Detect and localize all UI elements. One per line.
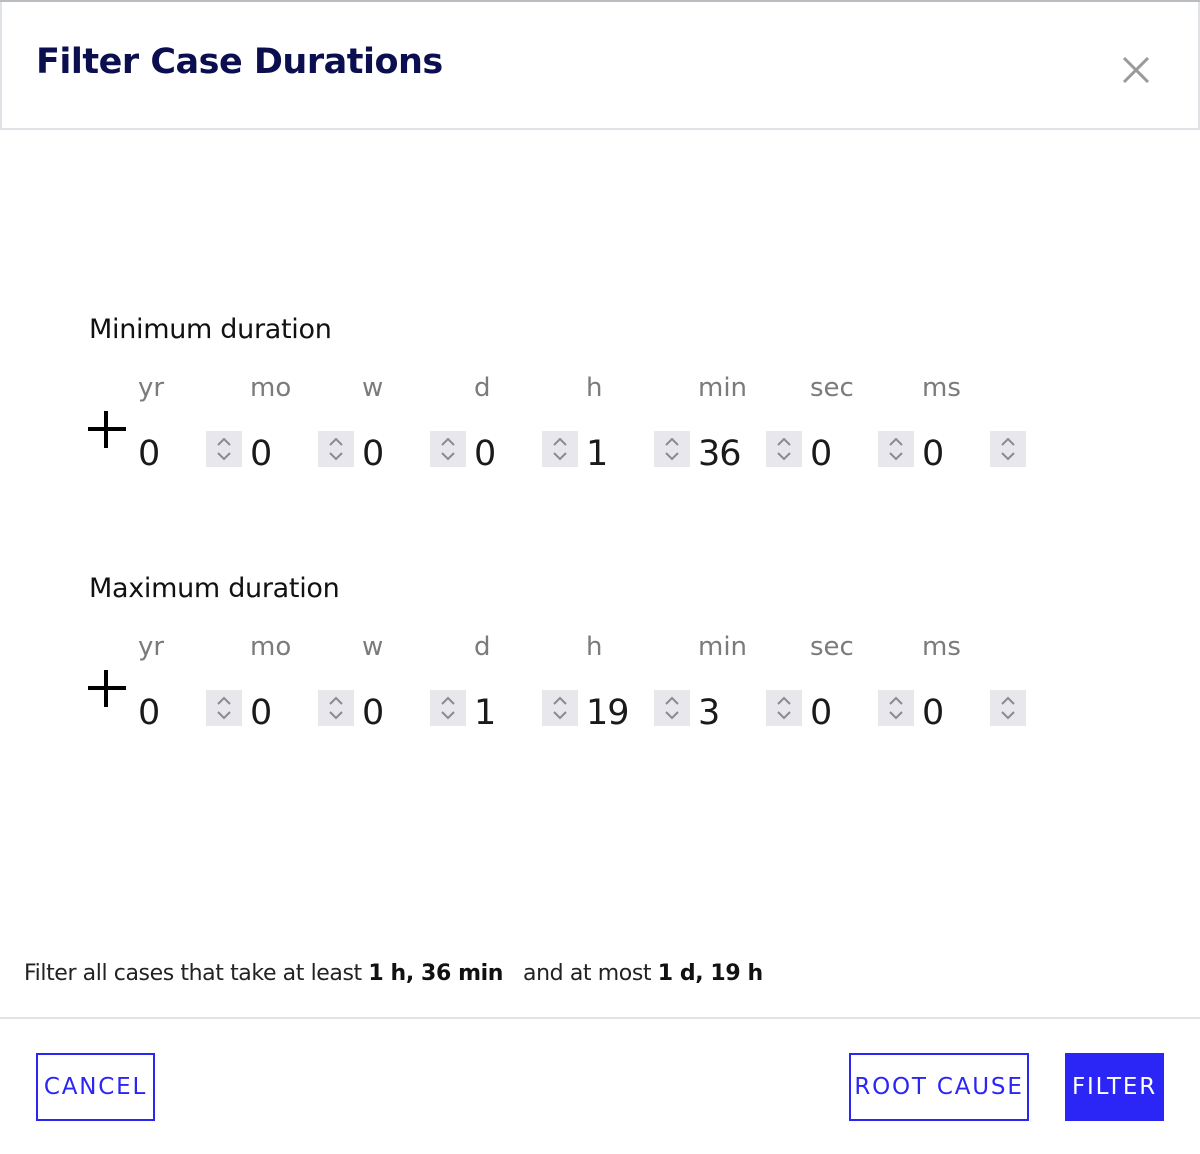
dialog-title: Filter Case Durations [36, 42, 443, 82]
maximum-unit-label-days: d [474, 632, 491, 662]
stepper-chevrons-icon [777, 696, 791, 720]
maximum-days-stepper[interactable] [542, 690, 578, 726]
minimum-hours-stepper[interactable] [654, 431, 690, 467]
maximum-unit-label-months: mo [250, 632, 292, 662]
minimum-unit-label-weeks: w [362, 373, 384, 403]
summary-prefix: Filter all cases that take at least [24, 961, 369, 986]
maximum-days-input[interactable] [474, 693, 540, 733]
filter-button[interactable]: FILTER [1065, 1053, 1164, 1121]
minimum-unit-label-months: mo [250, 373, 292, 403]
minimum-milliseconds-input[interactable] [922, 434, 988, 474]
stepper-chevrons-icon [441, 437, 455, 461]
stepper-chevrons-icon [441, 696, 455, 720]
minimum-unit-label-hours: h [586, 373, 603, 403]
stepper-chevrons-icon [329, 696, 343, 720]
maximum-hours-input[interactable] [586, 693, 652, 733]
maximum-milliseconds-stepper[interactable] [990, 690, 1026, 726]
maximum-hours-stepper[interactable] [654, 690, 690, 726]
stepper-chevrons-icon [889, 437, 903, 461]
minimum-days-input[interactable] [474, 434, 540, 474]
minimum-seconds-input[interactable] [810, 434, 876, 474]
maximum-years-input[interactable] [138, 693, 204, 733]
plus-icon [88, 670, 126, 707]
minimum-duration-label: Minimum duration [89, 314, 332, 345]
stepper-chevrons-icon [553, 437, 567, 461]
maximum-years-stepper[interactable] [206, 690, 242, 726]
maximum-unit-label-hours: h [586, 632, 603, 662]
minimum-minutes-input[interactable] [698, 434, 764, 474]
stepper-chevrons-icon [553, 696, 567, 720]
stepper-chevrons-icon [777, 437, 791, 461]
minimum-minutes-stepper[interactable] [766, 431, 802, 467]
minimum-months-stepper[interactable] [318, 431, 354, 467]
maximum-months-stepper[interactable] [318, 690, 354, 726]
maximum-minutes-stepper[interactable] [766, 690, 802, 726]
stepper-chevrons-icon [1001, 696, 1015, 720]
filter-summary: Filter all cases that take at least 1 h,… [24, 961, 763, 986]
maximum-milliseconds-input[interactable] [922, 693, 988, 733]
minimum-weeks-input[interactable] [362, 434, 428, 474]
maximum-sign-plus-icon[interactable] [86, 670, 126, 710]
minimum-hours-input[interactable] [586, 434, 652, 474]
dialog-header: Filter Case Durations [0, 2, 1200, 130]
maximum-seconds-stepper[interactable] [878, 690, 914, 726]
minimum-unit-label-seconds: sec [810, 373, 854, 403]
cancel-button[interactable]: CANCEL [36, 1053, 155, 1121]
maximum-weeks-input[interactable] [362, 693, 428, 733]
stepper-chevrons-icon [217, 696, 231, 720]
stepper-chevrons-icon [1001, 437, 1015, 461]
stepper-chevrons-icon [665, 437, 679, 461]
minimum-sign-plus-icon[interactable] [86, 411, 126, 451]
minimum-milliseconds-stepper[interactable] [990, 431, 1026, 467]
stepper-chevrons-icon [329, 437, 343, 461]
stepper-chevrons-icon [217, 437, 231, 461]
maximum-unit-label-milliseconds: ms [922, 632, 961, 662]
close-icon [1122, 56, 1150, 84]
maximum-months-input[interactable] [250, 693, 316, 733]
minimum-unit-label-days: d [474, 373, 491, 403]
minimum-seconds-stepper[interactable] [878, 431, 914, 467]
stepper-chevrons-icon [889, 696, 903, 720]
maximum-seconds-input[interactable] [810, 693, 876, 733]
stepper-chevrons-icon [665, 696, 679, 720]
maximum-weeks-stepper[interactable] [430, 690, 466, 726]
maximum-unit-label-seconds: sec [810, 632, 854, 662]
maximum-unit-label-minutes: min [698, 632, 748, 662]
minimum-weeks-stepper[interactable] [430, 431, 466, 467]
maximum-duration-label: Maximum duration [89, 573, 340, 604]
minimum-years-input[interactable] [138, 434, 204, 474]
maximum-unit-label-weeks: w [362, 632, 384, 662]
maximum-minutes-input[interactable] [698, 693, 764, 733]
minimum-unit-label-minutes: min [698, 373, 748, 403]
minimum-years-stepper[interactable] [206, 431, 242, 467]
minimum-months-input[interactable] [250, 434, 316, 474]
summary-middle: and at most [523, 961, 658, 986]
minimum-unit-label-years: yr [138, 373, 165, 403]
footer-divider [0, 1017, 1200, 1019]
summary-min: 1 h, 36 min [368, 961, 504, 986]
root-cause-button[interactable]: ROOT CAUSE [849, 1053, 1029, 1121]
minimum-unit-label-milliseconds: ms [922, 373, 961, 403]
maximum-unit-label-years: yr [138, 632, 165, 662]
minimum-days-stepper[interactable] [542, 431, 578, 467]
summary-max: 1 d, 19 h [657, 961, 763, 986]
plus-icon [88, 411, 126, 448]
close-button[interactable] [1120, 54, 1152, 86]
